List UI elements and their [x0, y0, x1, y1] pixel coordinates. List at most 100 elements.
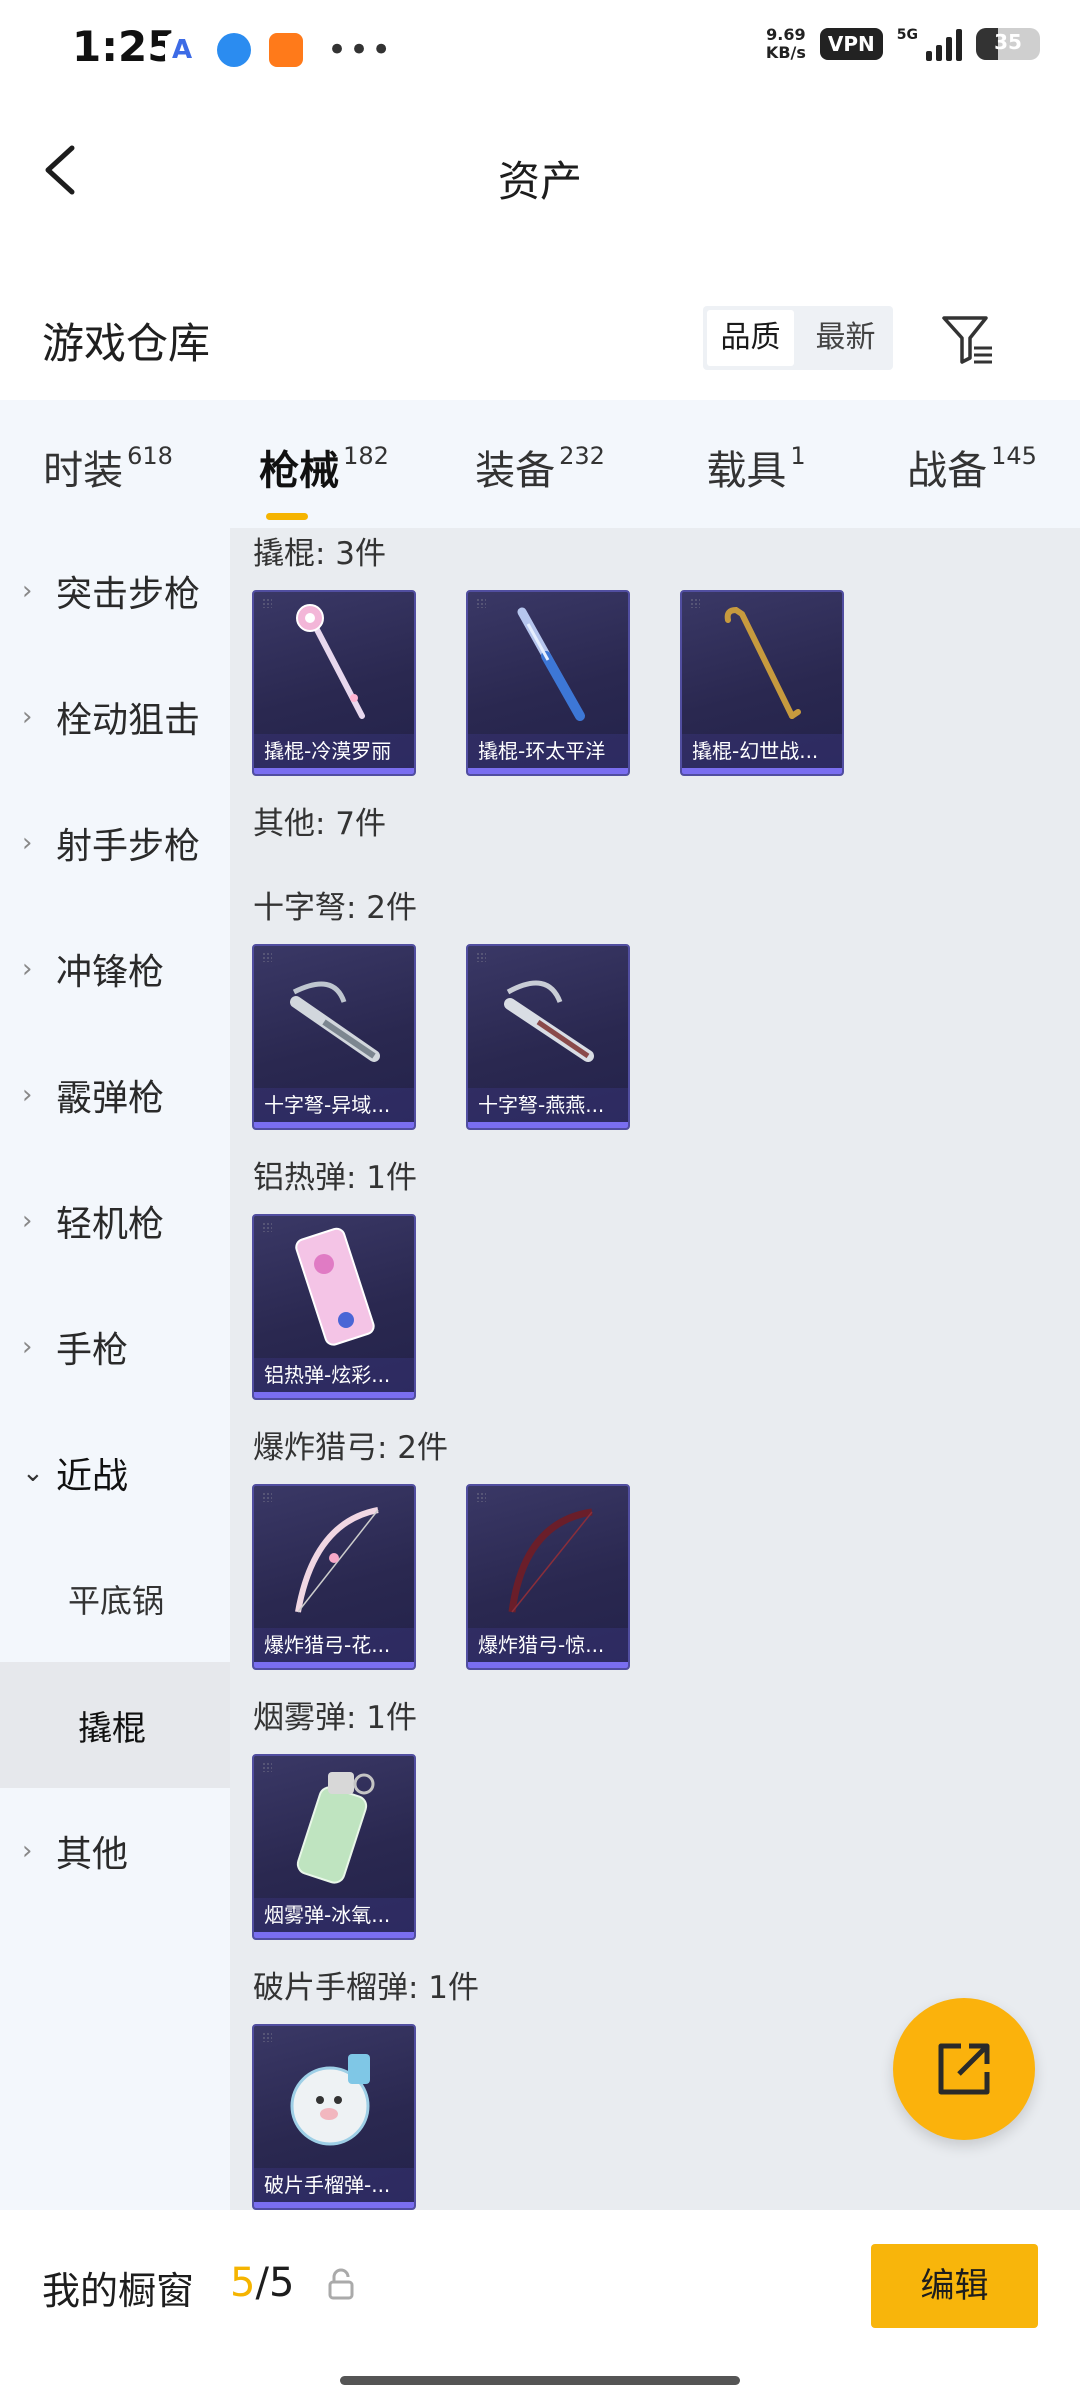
item-name: 爆炸猎弓-花...	[254, 1628, 414, 1662]
tab-count: 182	[343, 442, 389, 470]
tab-label: 枪械	[259, 448, 340, 494]
showcase-separator: /	[255, 2260, 269, 2306]
sidebar-item-label: 冲锋枪	[56, 952, 165, 993]
tab-fashion[interactable]: 时装 618	[0, 432, 216, 496]
weapon-category-sidebar: › 突击步枪 › 栓动狙击 › 射手步枪 › 冲锋枪 › 霰弹枪 › 轻机枪 › 手枪 ⌄ 近战…	[0, 528, 230, 2210]
share-fab-button[interactable]	[893, 1998, 1035, 2140]
home-indicator[interactable]	[340, 2376, 740, 2385]
tab-firearms[interactable]: 枪械 182	[216, 432, 432, 520]
item-name: 十字弩-异域...	[254, 1088, 414, 1122]
tab-count: 145	[991, 442, 1037, 470]
chevron-right-icon: ›	[22, 954, 33, 984]
showcase-count: 5/5	[230, 2260, 294, 2306]
item-name: 撬棍-冷漠罗丽	[254, 734, 414, 768]
app-a-icon: A	[165, 33, 199, 67]
item-name: 撬棍-幻世战...	[682, 734, 842, 768]
group-title: 铝热弹: 1件	[253, 1160, 418, 1196]
sidebar-item-marksman-rifle[interactable]: › 射手步枪	[0, 780, 230, 906]
sidebar-item-label: 突击步枪	[56, 574, 201, 615]
group-title: 烟雾弹: 1件	[253, 1700, 418, 1736]
active-tab-indicator	[266, 513, 308, 520]
item-name: 烟雾弹-冰氧...	[254, 1898, 414, 1932]
showcase-total: 5	[268, 2260, 295, 2306]
item-card[interactable]: 十字弩-异域...	[252, 944, 416, 1130]
sidebar-item-label: 轻机枪	[56, 1204, 165, 1245]
tab-count: 232	[559, 442, 605, 470]
item-name: 破片手榴弹-...	[254, 2168, 414, 2202]
item-card[interactable]: 撬棍-幻世战...	[680, 590, 844, 776]
item-card[interactable]: 十字弩-燕燕...	[466, 944, 630, 1130]
sidebar-item-label: 栓动狙击	[56, 700, 201, 741]
sort-newest-button[interactable]: 最新	[802, 310, 889, 366]
sort-quality-button[interactable]: 品质	[707, 310, 794, 366]
page-title: 资产	[497, 157, 582, 206]
tab-vehicles[interactable]: 载具 1	[648, 432, 864, 496]
sidebar-item-smg[interactable]: › 冲锋枪	[0, 906, 230, 1032]
chevron-right-icon: ›	[22, 1080, 33, 1110]
chevron-down-icon: ⌄	[22, 1458, 44, 1488]
sidebar-item-assault-rifle[interactable]: › 突击步枪	[0, 528, 230, 654]
warehouse-title: 游戏仓库	[42, 319, 211, 368]
filter-icon[interactable]	[940, 312, 996, 368]
item-name: 十字弩-燕燕...	[468, 1088, 628, 1122]
sidebar-item-bolt-sniper[interactable]: › 栓动狙击	[0, 654, 230, 780]
notification-icons: A •••	[165, 30, 393, 70]
sidebar-subitem-crowbar[interactable]: 撬棍	[0, 1662, 230, 1788]
item-card[interactable]: 破片手榴弹-...	[252, 2024, 416, 2210]
category-tabs: 时装 618 枪械 182 装备 232 载具 1 战备 145	[0, 400, 1080, 528]
frag-grenade-icon	[254, 2026, 414, 2168]
tab-gear[interactable]: 战备 145	[864, 432, 1080, 496]
tab-equipment[interactable]: 装备 232	[432, 432, 648, 496]
chevron-right-icon: ›	[22, 828, 33, 858]
network-speed: 9.69 KB/s	[766, 26, 806, 62]
item-card[interactable]: 铝热弹-炫彩...	[252, 1214, 416, 1400]
sidebar-item-other[interactable]: › 其他	[0, 1788, 230, 1914]
chevron-right-icon: ›	[22, 1206, 33, 1236]
sidebar-item-label: 撬棍	[78, 1708, 146, 1749]
battery-icon: 35	[976, 28, 1040, 60]
status-time: 1:25	[72, 22, 177, 71]
lock-icon	[328, 2268, 354, 2300]
showcase-title: 我的橱窗	[42, 2269, 195, 2313]
item-card[interactable]: 烟雾弹-冰氧...	[252, 1754, 416, 1940]
edit-button[interactable]: 编辑	[871, 2244, 1038, 2328]
blade-icon	[468, 592, 628, 734]
sidebar-item-label: 其他	[56, 1834, 129, 1875]
item-grid: 撬棍: 3件 撬棍-冷漠罗丽 撬棍-环太平洋 撬棍-幻世战... 其他: 7件 …	[230, 528, 1080, 2210]
sidebar-item-pistol[interactable]: › 手枪	[0, 1284, 230, 1410]
sidebar-item-shotgun[interactable]: › 霰弹枪	[0, 1032, 230, 1158]
item-card[interactable]: 爆炸猎弓-惊...	[466, 1484, 630, 1670]
crossbow-icon	[468, 946, 628, 1088]
speed-unit: KB/s	[765, 43, 806, 62]
bow-icon	[468, 1486, 628, 1628]
signal-icon: 5G	[897, 27, 962, 61]
sidebar-subitem-frying-pan[interactable]: 平底锅	[0, 1536, 230, 1662]
group-title: 破片手榴弹: 1件	[253, 1970, 480, 2006]
sidebar-item-label: 手枪	[56, 1330, 129, 1371]
sidebar-item-lmg[interactable]: › 轻机枪	[0, 1158, 230, 1284]
thermite-icon	[254, 1216, 414, 1358]
vpn-badge: VPN	[819, 28, 883, 60]
warehouse-header: 游戏仓库 品质 最新	[0, 282, 1080, 397]
item-name: 撬棍-环太平洋	[468, 734, 628, 768]
showcase-current: 5	[230, 2260, 256, 2306]
sidebar-item-label: 平底锅	[68, 1582, 165, 1620]
scepter-icon	[254, 592, 414, 734]
item-card[interactable]: 撬棍-冷漠罗丽	[252, 590, 416, 776]
crossbow-icon	[254, 946, 414, 1088]
showcase-bar: 我的橱窗 5/5 编辑	[0, 2210, 1080, 2400]
sidebar-item-label: 霰弹枪	[56, 1078, 165, 1119]
group-title: 撬棍: 3件	[253, 536, 387, 572]
status-bar: 1:25 A ••• 9.69 KB/s VPN 5G 35	[0, 0, 1080, 100]
item-card[interactable]: 撬棍-环太平洋	[466, 590, 630, 776]
item-name: 铝热弹-炫彩...	[254, 1358, 414, 1392]
sidebar-item-melee[interactable]: ⌄ 近战	[0, 1410, 230, 1536]
sort-toggle: 品质 最新	[703, 306, 893, 370]
sidebar-item-label: 近战	[56, 1456, 129, 1497]
group-title: 其他: 7件	[253, 806, 387, 842]
chevron-right-icon: ›	[22, 1836, 33, 1866]
group-title: 爆炸猎弓: 2件	[253, 1430, 449, 1466]
item-card[interactable]: 爆炸猎弓-花...	[252, 1484, 416, 1670]
chevron-right-icon: ›	[22, 576, 33, 606]
external-link-icon	[938, 2043, 990, 2095]
